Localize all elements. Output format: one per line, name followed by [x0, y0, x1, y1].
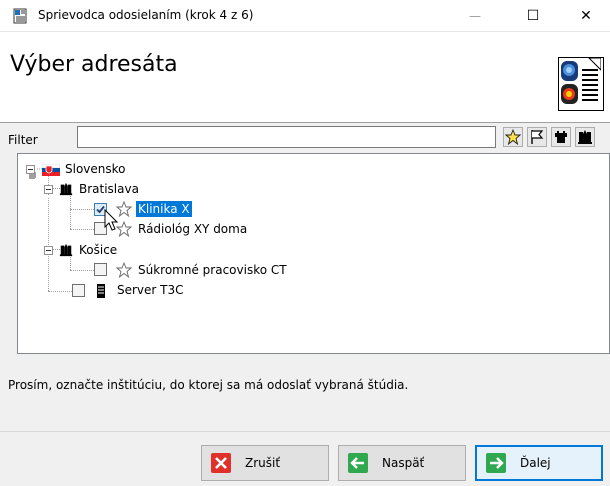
- slovakia-flag-icon: [42, 164, 60, 176]
- arrow-right-icon: [486, 453, 506, 473]
- maximize-icon: ☐: [526, 7, 540, 24]
- next-button[interactable]: Ďalej: [475, 445, 603, 481]
- flag-filter-button[interactable]: [527, 127, 547, 147]
- minimize-icon: —: [469, 8, 481, 23]
- building-icon: [59, 243, 73, 257]
- collapse-kosice-toggle[interactable]: [44, 246, 53, 255]
- building-icon: [59, 182, 73, 196]
- tower-filter-button[interactable]: [551, 127, 571, 147]
- maximize-button[interactable]: ☐: [510, 0, 556, 31]
- tree-node-radiolog-xy-doma[interactable]: Rádiológ XY doma: [136, 221, 249, 237]
- back-button[interactable]: Naspäť: [338, 445, 466, 481]
- page-title: Výber adresáta: [10, 52, 178, 77]
- server-icon: [97, 284, 105, 298]
- star-icon: [505, 129, 521, 145]
- medical-scan-document-icon: [558, 57, 604, 111]
- collapse-bratislava-toggle[interactable]: [44, 185, 53, 194]
- recipient-tree[interactable]: Slovensko Bratislava Klinika X Rádiológ …: [17, 153, 610, 354]
- next-button-label: Ďalej: [520, 456, 551, 470]
- arrow-left-icon: [348, 453, 368, 473]
- tree-node-slovensko[interactable]: Slovensko: [63, 161, 128, 177]
- flag-icon: [531, 130, 544, 144]
- mouse-cursor-icon: [104, 209, 119, 231]
- close-button[interactable]: ✕: [563, 0, 609, 31]
- footer-divider: [0, 431, 610, 432]
- tree-node-klinika-x[interactable]: Klinika X: [136, 201, 192, 217]
- tree-node-server-t3c[interactable]: Server T3C: [115, 282, 186, 298]
- cancel-button[interactable]: Zrušiť: [201, 445, 329, 481]
- wizard-header: [0, 32, 610, 122]
- favorites-filter-button[interactable]: [503, 127, 523, 147]
- star-icon: [116, 262, 132, 278]
- tree-node-sukromne-pracovisko-ct[interactable]: Súkromné pracovisko CT: [136, 262, 289, 278]
- instruction-message: Prosím, označte inštitúciu, do ktorej sa…: [8, 378, 409, 392]
- minimize-button[interactable]: —: [452, 0, 498, 31]
- checkbox-sukromne-pracovisko-ct[interactable]: [94, 263, 107, 276]
- filter-label: Filter: [8, 133, 38, 147]
- app-icon: [12, 8, 28, 24]
- tree-node-kosice[interactable]: Košice: [77, 242, 119, 258]
- building-icon: [578, 130, 592, 144]
- close-icon: ✕: [580, 7, 592, 24]
- header-divider: [0, 122, 610, 123]
- checkbox-server-t3c[interactable]: [72, 284, 85, 297]
- cancel-icon: [211, 453, 231, 473]
- window-title: Sprievodca odosielaním (krok 4 z 6): [38, 8, 254, 22]
- tree-node-bratislava[interactable]: Bratislava: [77, 181, 141, 197]
- collapse-slovensko-toggle[interactable]: [26, 165, 35, 174]
- institution-filter-button[interactable]: [575, 127, 595, 147]
- back-button-label: Naspäť: [382, 456, 425, 470]
- castle-icon: [555, 131, 567, 143]
- filter-input[interactable]: [77, 126, 496, 148]
- cancel-button-label: Zrušiť: [245, 456, 281, 470]
